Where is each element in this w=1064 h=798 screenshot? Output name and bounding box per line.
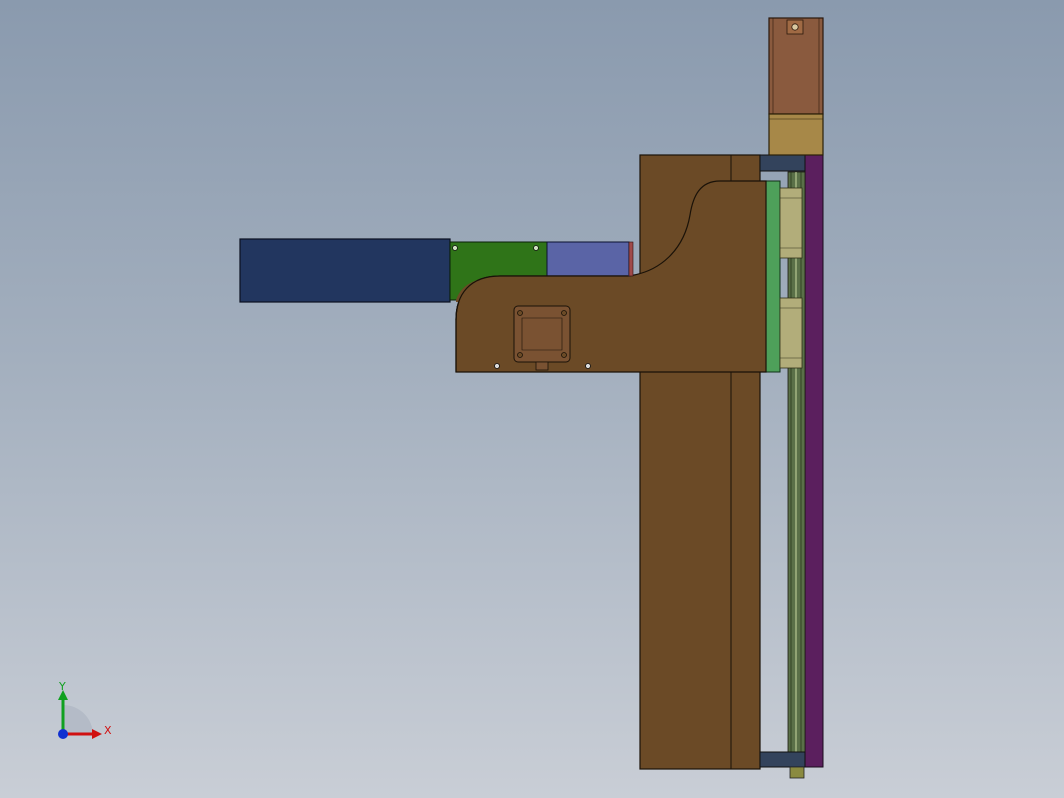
rail-plate xyxy=(804,154,824,768)
slider-block-upper xyxy=(779,187,803,259)
y-axis-label: Y xyxy=(58,680,66,693)
screw-icon xyxy=(533,245,539,251)
screw-end xyxy=(789,766,805,779)
coordinate-triad: Y X xyxy=(58,680,112,739)
arm-light-blue-segment xyxy=(546,241,630,277)
bolt-icon xyxy=(517,310,523,316)
slider-block-lower xyxy=(779,297,803,369)
screw-icon xyxy=(452,245,458,251)
connector-icon xyxy=(791,23,799,31)
bolt-icon xyxy=(561,352,567,358)
arm-blue-segment xyxy=(239,238,451,303)
x-axis-label: X xyxy=(104,724,112,737)
x-arrow-icon xyxy=(92,729,102,739)
screw-icon xyxy=(585,363,591,369)
bracket-overlap xyxy=(456,276,628,302)
motor-coupling-housing xyxy=(768,113,824,156)
servo-motor[interactable] xyxy=(768,17,824,156)
bolt-icon xyxy=(517,352,523,358)
gantry-robot-model[interactable]: Y X xyxy=(0,0,1064,798)
triad-arc xyxy=(63,705,93,735)
rail-top-cap xyxy=(759,154,806,172)
screw-icon xyxy=(494,363,500,369)
arm-end-cap xyxy=(628,241,634,277)
gearbox-shaft xyxy=(535,361,549,371)
z-axis-icon xyxy=(58,729,68,739)
carriage-plate xyxy=(765,180,781,373)
rail-bottom-cap xyxy=(759,751,806,768)
cad-viewport[interactable]: Y X xyxy=(0,0,1064,798)
bolt-icon xyxy=(561,310,567,316)
